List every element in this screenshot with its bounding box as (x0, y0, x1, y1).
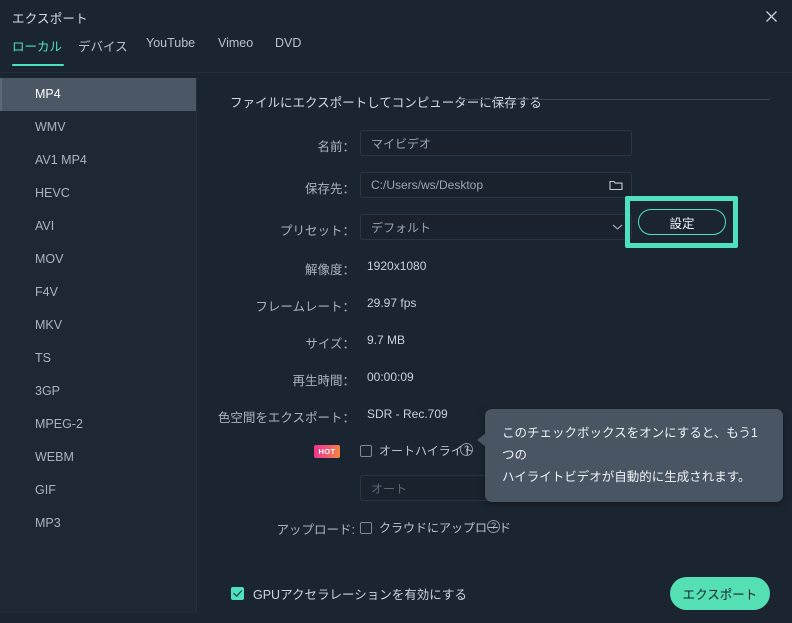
name-label: 名前： (317, 140, 355, 154)
duration-label: 再生時間： (292, 374, 355, 388)
sidebar-item-f4v[interactable]: F4V (0, 276, 196, 309)
gpu-acceleration-checkbox[interactable] (231, 587, 244, 600)
preset-select-value: デフォルト (371, 220, 432, 235)
destination-input[interactable]: C:/Users/ws/Desktop (360, 172, 632, 198)
sidebar-item-mpeg2[interactable]: MPEG-2 (0, 408, 196, 441)
auto-highlight-mode-value: オート (371, 481, 408, 496)
sidebar-item-label: MP3 (35, 516, 61, 530)
close-icon (765, 11, 777, 22)
destination-label: 保存先： (304, 182, 355, 196)
tooltip-line-1: このチェックボックスをオンにすると、もう1つの (502, 426, 758, 462)
size-label: サイズ： (305, 337, 355, 351)
hot-badge: HOT (314, 445, 340, 458)
preset-label: プリセット： (279, 224, 355, 238)
upload-checkbox[interactable] (360, 522, 372, 534)
framerate-value: 29.97 fps (367, 296, 417, 310)
sidebar-item-3gp[interactable]: 3GP (0, 375, 196, 408)
sidebar-item-mov[interactable]: MOV (0, 243, 196, 276)
title-bar: エクスポート (0, 0, 792, 33)
resolution-value: 1920x1080 (367, 259, 427, 273)
export-form: ファイルにエクスポートしてコンピューターに保存する 名前： マイビデオ 保存先：… (197, 78, 792, 623)
auto-highlight-checkbox[interactable] (360, 445, 372, 457)
tab-divider (0, 72, 792, 73)
tab-label: YouTube (146, 36, 196, 50)
resolution-label: 解像度： (304, 263, 355, 277)
tab-youtube[interactable]: YouTube (146, 36, 204, 64)
tab-label: ローカル (12, 40, 63, 54)
export-dialog: エクスポート ローカル デバイス YouTube Vimeo DVD MP4 W… (0, 0, 792, 623)
tab-label: DVD (275, 36, 302, 50)
sidebar-item-hevc[interactable]: HEVC (0, 177, 196, 210)
sidebar-item-label: AVI (35, 219, 55, 233)
sidebar-item-mp4[interactable]: MP4 (0, 78, 196, 111)
close-button[interactable] (750, 0, 792, 33)
color-space-value: SDR - Rec.709 (367, 407, 448, 421)
size-value: 9.7 MB (367, 333, 406, 347)
section-divider (457, 99, 770, 100)
sidebar-item-av1mp4[interactable]: AV1 MP4 (0, 144, 196, 177)
tab-device[interactable]: デバイス (78, 36, 134, 64)
format-sidebar[interactable]: MP4 WMV AV1 MP4 HEVC AVI MOV F4V MKV TS … (0, 78, 197, 613)
upload-help-icon[interactable]: ? (487, 520, 500, 533)
sidebar-item-avi[interactable]: AVI (0, 210, 196, 243)
auto-highlight-tooltip: このチェックボックスをオンにすると、もう1つの ハイライトビデオが自動的に生成さ… (477, 409, 783, 502)
chevron-down-icon[interactable] (612, 224, 623, 231)
export-button[interactable]: エクスポート (670, 577, 770, 610)
sidebar-item-label: WEBM (35, 450, 74, 464)
sidebar-item-label: HEVC (35, 186, 70, 200)
gpu-acceleration-row[interactable]: GPUアクセラレーションを有効にする (231, 584, 467, 603)
settings-button[interactable]: 設定 (638, 209, 726, 235)
sidebar-item-mp3[interactable]: MP3 (0, 507, 196, 540)
sidebar-item-label: MKV (35, 318, 63, 332)
gpu-acceleration-label[interactable]: GPUアクセラレーションを有効にする (253, 584, 467, 603)
tab-label: デバイス (78, 40, 128, 54)
preset-select[interactable]: デフォルト (360, 214, 632, 240)
sidebar-item-label: MP4 (35, 87, 61, 101)
tab-local[interactable]: ローカル (12, 36, 64, 66)
sidebar-item-mkv[interactable]: MKV (0, 309, 196, 342)
sidebar-item-label: TS (35, 351, 51, 365)
tooltip-line-2: ハイライトビデオが自動的に生成されます。 (502, 470, 751, 484)
sidebar-item-label: MOV (35, 252, 64, 266)
sidebar-item-ts[interactable]: TS (0, 342, 196, 375)
section-title: ファイルにエクスポートしてコンピューターに保存する (230, 96, 542, 110)
sidebar-item-label: 3GP (35, 384, 61, 398)
window-title: エクスポート (12, 12, 88, 26)
auto-highlight-help-icon[interactable]: ? (460, 443, 473, 456)
framerate-label: フレームレート： (255, 300, 355, 314)
sidebar-item-gif[interactable]: GIF (0, 474, 196, 507)
tab-vimeo[interactable]: Vimeo (218, 36, 260, 64)
duration-value: 00:00:09 (367, 370, 414, 384)
sidebar-item-label: WMV (35, 120, 66, 134)
sidebar-item-wmv[interactable]: WMV (0, 111, 196, 144)
destination-input-value: C:/Users/ws/Desktop (371, 178, 484, 192)
tab-dvd[interactable]: DVD (275, 36, 307, 64)
name-input-value: マイビデオ (371, 136, 432, 151)
sidebar-item-webm[interactable]: WEBM (0, 441, 196, 474)
sidebar-item-label: AV1 MP4 (35, 153, 87, 167)
tab-label: Vimeo (218, 36, 254, 50)
upload-label: アップロード: (276, 523, 355, 537)
folder-icon[interactable] (609, 179, 623, 191)
tab-bar: ローカル デバイス YouTube Vimeo DVD (0, 36, 792, 66)
tab-active-underline (12, 64, 64, 66)
sidebar-item-label: MPEG-2 (35, 417, 83, 431)
color-space-label: 色空間をエクスポート： (217, 411, 355, 425)
sidebar-item-label: GIF (35, 483, 56, 497)
name-input[interactable]: マイビデオ (360, 130, 632, 156)
sidebar-item-label: F4V (35, 285, 58, 299)
footer-bar: GPUアクセラレーションを有効にする エクスポート (197, 565, 792, 623)
